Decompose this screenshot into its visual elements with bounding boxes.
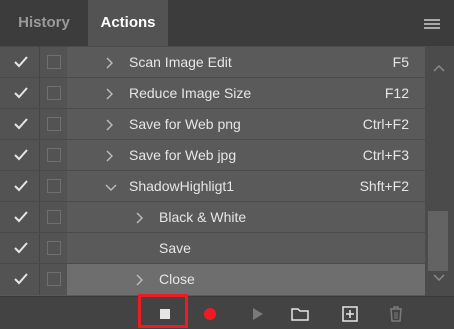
dialog-toggle-column[interactable]: [40, 233, 67, 264]
actions-panel: History Actions Scan Image Edit F5 Reduce …: [0, 0, 454, 329]
action-cell[interactable]: Close: [67, 264, 425, 295]
record-icon[interactable]: [200, 305, 220, 323]
bottom-toolbar: [0, 296, 454, 329]
shortcut-label: F5: [392, 54, 409, 70]
dialog-toggle-box[interactable]: [47, 55, 61, 69]
dialog-toggle-column[interactable]: [40, 109, 67, 140]
panel-menu-icon[interactable]: [424, 19, 440, 31]
tab-history[interactable]: History: [6, 0, 82, 46]
checkmark-icon[interactable]: [13, 209, 29, 225]
action-cell[interactable]: Save: [67, 233, 425, 264]
checkmark-icon[interactable]: [13, 54, 29, 70]
action-label: Close: [159, 271, 195, 287]
action-row[interactable]: ShadowHighligt1 Shft+F2: [0, 170, 425, 202]
action-row[interactable]: Save for Web png Ctrl+F2: [0, 108, 425, 140]
action-row[interactable]: Scan Image Edit F5: [0, 46, 425, 78]
action-label: ShadowHighligt1: [129, 178, 235, 194]
checkmark-icon[interactable]: [13, 147, 29, 163]
action-cell[interactable]: Save for Web jpg Ctrl+F3: [67, 140, 425, 171]
action-row[interactable]: Save: [0, 232, 425, 264]
scroll-up-icon[interactable]: [433, 64, 445, 72]
dialog-toggle-column[interactable]: [40, 78, 67, 109]
action-row[interactable]: Reduce Image Size F12: [0, 77, 425, 109]
action-cell[interactable]: Reduce Image Size F12: [67, 78, 425, 109]
action-row[interactable]: Save for Web jpg Ctrl+F3: [0, 139, 425, 171]
toggle-column[interactable]: [0, 264, 40, 295]
action-cell[interactable]: Scan Image Edit F5: [67, 47, 425, 78]
chevron-right-icon[interactable]: [105, 88, 114, 100]
dialog-toggle-column[interactable]: [40, 140, 67, 171]
toggle-column[interactable]: [0, 47, 40, 78]
action-label: Save for Web png: [129, 116, 241, 132]
checkmark-icon[interactable]: [13, 116, 29, 132]
action-label: Reduce Image Size: [129, 85, 252, 101]
dialog-toggle-box[interactable]: [47, 86, 61, 100]
dialog-toggle-column[interactable]: [40, 171, 67, 202]
chevron-right-icon[interactable]: [105, 57, 114, 69]
action-label: Save: [159, 240, 191, 256]
checkmark-icon[interactable]: [13, 85, 29, 101]
toggle-column[interactable]: [0, 233, 40, 264]
action-label: Black & White: [159, 209, 247, 225]
toggle-column[interactable]: [0, 202, 40, 233]
action-cell[interactable]: Black & White: [67, 202, 425, 233]
dialog-toggle-box[interactable]: [47, 148, 61, 162]
tab-actions[interactable]: Actions: [88, 0, 168, 46]
action-cell[interactable]: ShadowHighligt1 Shft+F2: [67, 171, 425, 202]
dialog-toggle-column[interactable]: [40, 47, 67, 78]
checkmark-icon[interactable]: [13, 178, 29, 194]
tab-bar: History Actions: [0, 0, 454, 46]
dialog-toggle-box[interactable]: [47, 241, 61, 255]
dialog-toggle-box[interactable]: [47, 179, 61, 193]
toggle-column[interactable]: [0, 140, 40, 171]
shortcut-label: Ctrl+F3: [362, 147, 409, 163]
checkmark-icon[interactable]: [13, 240, 29, 256]
trash-icon[interactable]: [386, 305, 406, 323]
chevron-right-icon[interactable]: [135, 274, 144, 286]
scroll-down-icon[interactable]: [433, 274, 445, 282]
chevron-right-icon[interactable]: [135, 212, 144, 224]
dialog-toggle-box[interactable]: [47, 210, 61, 224]
toggle-column[interactable]: [0, 78, 40, 109]
scroll-thumb[interactable]: [428, 211, 448, 271]
actions-list: Scan Image Edit F5 Reduce Image Size F12 Sav…: [0, 46, 425, 296]
toggle-column[interactable]: [0, 171, 40, 202]
checkmark-icon[interactable]: [13, 271, 29, 287]
scrollbar[interactable]: [425, 46, 454, 296]
shortcut-label: Ctrl+F2: [362, 116, 409, 132]
toggle-column[interactable]: [0, 109, 40, 140]
dialog-toggle-column[interactable]: [40, 264, 67, 295]
action-cell[interactable]: Save for Web png Ctrl+F2: [67, 109, 425, 140]
chevron-right-icon[interactable]: [105, 119, 114, 131]
chevron-right-icon[interactable]: [105, 150, 114, 162]
play-icon[interactable]: [247, 305, 267, 323]
new-action-icon[interactable]: [340, 305, 360, 323]
dialog-toggle-box[interactable]: [47, 117, 61, 131]
action-row[interactable]: Black & White: [0, 201, 425, 233]
chevron-down-icon[interactable]: [105, 183, 117, 192]
shortcut-label: Shft+F2: [359, 178, 409, 194]
dialog-toggle-column[interactable]: [40, 202, 67, 233]
folder-icon[interactable]: [290, 305, 310, 323]
dialog-toggle-box[interactable]: [47, 272, 61, 286]
action-label: Scan Image Edit: [129, 54, 232, 70]
action-row[interactable]: Close: [0, 263, 425, 295]
shortcut-label: F12: [384, 85, 409, 101]
stop-button-highlight: [138, 294, 188, 328]
action-label: Save for Web jpg: [129, 147, 237, 163]
